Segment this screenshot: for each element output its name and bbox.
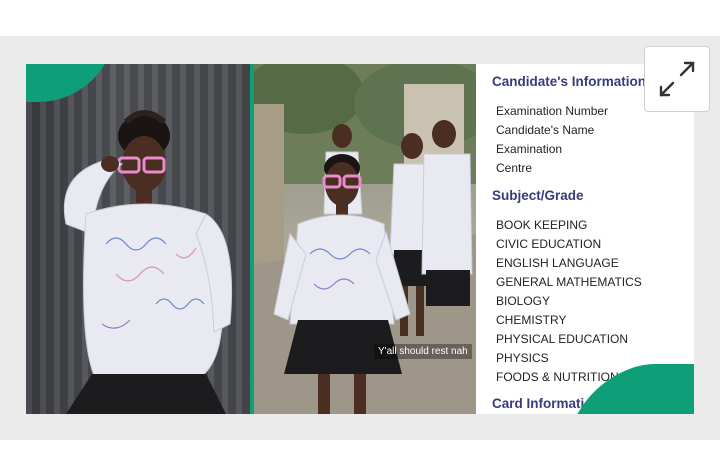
subject-row: FOODS & NUTRITION [496,370,619,384]
candidate-row-exam-number: Examination Number [496,104,609,118]
subject-row: PHYSICAL EDUCATION [496,332,629,346]
subject-row: BOOK KEEPING [496,218,588,232]
subject-row: CIVIC EDUCATION [496,237,602,251]
candidate-info-title: Candidate's Information [492,74,646,89]
expand-arrows-icon [659,61,695,97]
collage-image: Y'all should rest nah Candidate's Inform… [26,64,694,414]
media-viewer: Y'all should rest nah Candidate's Inform… [0,36,720,440]
subject-row: PHYSICS [496,351,549,365]
video-caption: Y'all should rest nah [374,344,472,359]
expand-button[interactable] [644,46,710,112]
subject-row: GENERAL MATHEMATICS [496,275,642,289]
subject-row: BIOLOGY [496,294,551,308]
subject-row: ENGLISH LANGUAGE [496,256,619,270]
candidate-row-name: Candidate's Name [496,123,595,137]
subject-grade-title: Subject/Grade [492,188,584,203]
student-left-figure [63,110,233,414]
candidate-row-centre: Centre [496,161,533,175]
photo-left [26,64,252,414]
photo-middle: Y'all should rest nah [254,64,476,414]
candidate-row-examination: Examination [496,142,563,156]
subject-row: CHEMISTRY [496,313,567,327]
result-sheet: Candidate's Information Examination Numb… [476,64,694,414]
street-scene [254,64,476,414]
